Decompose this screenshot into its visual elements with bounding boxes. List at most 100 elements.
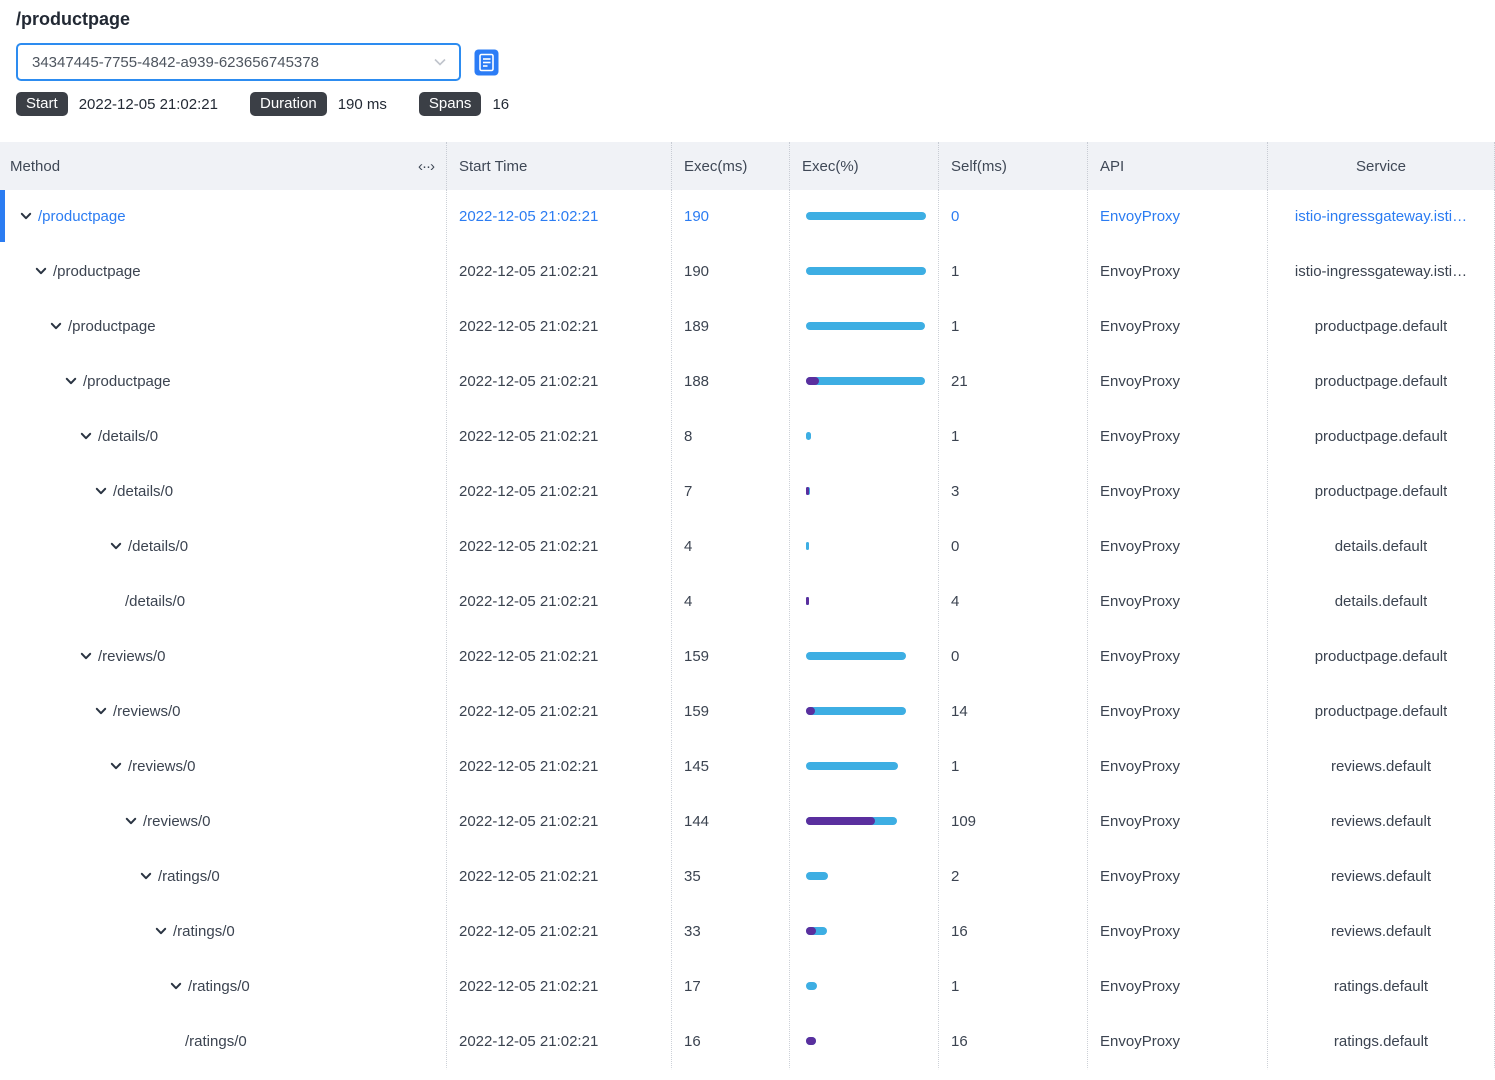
span-service-cell: productpage.default <box>1267 410 1495 465</box>
chevron-down-icon[interactable] <box>140 870 152 882</box>
table-body: /productpage 2022-12-05 21:02:21 190 0 E… <box>0 190 1495 1070</box>
span-exec-ms: 145 <box>671 740 789 795</box>
table-row[interactable]: /reviews/0 2022-12-05 21:02:21 144 109 E… <box>0 795 1495 850</box>
span-self-ms: 21 <box>938 355 1087 410</box>
table-row[interactable]: /details/0 2022-12-05 21:02:21 4 0 Envoy… <box>0 520 1495 575</box>
span-exec-pct-cell <box>789 355 938 410</box>
span-method: /ratings/0 <box>158 868 220 885</box>
table-row[interactable]: /ratings/0 2022-12-05 21:02:21 33 16 Env… <box>0 905 1495 960</box>
chevron-down-icon[interactable] <box>65 375 77 387</box>
span-service: productpage.default <box>1315 373 1448 390</box>
chevron-down-icon[interactable] <box>80 650 92 662</box>
table-row[interactable]: /details/0 2022-12-05 21:02:21 7 3 Envoy… <box>0 465 1495 520</box>
chevron-down-icon[interactable] <box>80 430 92 442</box>
span-self-ms: 14 <box>938 685 1087 740</box>
span-start-time: 2022-12-05 21:02:21 <box>446 850 671 905</box>
span-start-time: 2022-12-05 21:02:21 <box>446 245 671 300</box>
span-self-ms: 16 <box>938 905 1087 960</box>
span-service: productpage.default <box>1315 483 1448 500</box>
self-percent-bar <box>806 377 819 385</box>
table-row[interactable]: /reviews/0 2022-12-05 21:02:21 159 14 En… <box>0 685 1495 740</box>
span-exec-ms: 190 <box>671 245 789 300</box>
span-service: ratings.default <box>1334 1033 1428 1050</box>
spans-value: 16 <box>492 96 509 113</box>
span-method-cell: /details/0 <box>0 575 446 630</box>
span-start-time: 2022-12-05 21:02:21 <box>446 960 671 1015</box>
span-exec-ms: 16 <box>671 1015 789 1070</box>
span-api: EnvoyProxy <box>1087 465 1267 520</box>
span-exec-ms: 17 <box>671 960 789 1015</box>
table-row[interactable]: /productpage 2022-12-05 21:02:21 188 21 … <box>0 355 1495 410</box>
exec-percent-bar <box>806 322 925 330</box>
span-method-cell: /ratings/0 <box>0 905 446 960</box>
table-row[interactable]: /details/0 2022-12-05 21:02:21 8 1 Envoy… <box>0 410 1495 465</box>
span-exec-ms: 35 <box>671 850 789 905</box>
start-badge: Start <box>16 92 68 116</box>
span-method: /details/0 <box>113 483 173 500</box>
span-exec-ms: 33 <box>671 905 789 960</box>
chevron-down-icon[interactable] <box>155 925 167 937</box>
chevron-down-icon[interactable] <box>95 705 107 717</box>
table-row[interactable]: /reviews/0 2022-12-05 21:02:21 145 1 Env… <box>0 740 1495 795</box>
trace-id-select[interactable]: 34347445-7755-4842-a939-623656745378 <box>16 43 461 81</box>
span-exec-pct-cell <box>789 1015 938 1070</box>
table-row[interactable]: /reviews/0 2022-12-05 21:02:21 159 0 Env… <box>0 630 1495 685</box>
chevron-down-icon[interactable] <box>110 760 122 772</box>
chevron-down-icon[interactable] <box>50 320 62 332</box>
span-service: details.default <box>1335 593 1428 610</box>
table-row[interactable]: /details/0 2022-12-05 21:02:21 4 4 Envoy… <box>0 575 1495 630</box>
table-row[interactable]: /ratings/0 2022-12-05 21:02:21 35 2 Envo… <box>0 850 1495 905</box>
table-row[interactable]: /ratings/0 2022-12-05 21:02:21 17 1 Envo… <box>0 960 1495 1015</box>
table-row[interactable]: /productpage 2022-12-05 21:02:21 190 1 E… <box>0 245 1495 300</box>
chevron-down-icon[interactable] <box>95 485 107 497</box>
span-exec-pct-cell <box>789 630 938 685</box>
span-method-cell: /reviews/0 <box>0 630 446 685</box>
span-exec-ms: 189 <box>671 300 789 355</box>
table-row[interactable]: /productpage 2022-12-05 21:02:21 189 1 E… <box>0 300 1495 355</box>
span-start-time: 2022-12-05 21:02:21 <box>446 575 671 630</box>
span-method-cell: /productpage <box>0 300 446 355</box>
span-method: /details/0 <box>125 593 185 610</box>
span-exec-ms: 159 <box>671 685 789 740</box>
duration-value: 190 ms <box>338 96 387 113</box>
chevron-down-icon[interactable] <box>110 540 122 552</box>
span-method: /reviews/0 <box>143 813 211 830</box>
span-method-cell: /reviews/0 <box>0 740 446 795</box>
self-percent-bar <box>806 487 809 495</box>
start-value: 2022-12-05 21:02:21 <box>79 96 218 113</box>
span-exec-pct-cell <box>789 520 938 575</box>
span-start-time: 2022-12-05 21:02:21 <box>446 905 671 960</box>
table-row[interactable]: /productpage 2022-12-05 21:02:21 190 0 E… <box>0 190 1495 245</box>
span-service-cell: productpage.default <box>1267 465 1495 520</box>
span-service-cell: ratings.default <box>1267 1015 1495 1070</box>
span-api: EnvoyProxy <box>1087 300 1267 355</box>
copy-trace-button[interactable] <box>474 48 499 77</box>
column-resize-icon[interactable]: ‹··› <box>418 158 434 175</box>
exec-percent-bar <box>806 212 926 220</box>
table-row[interactable]: /ratings/0 2022-12-05 21:02:21 16 16 Env… <box>0 1015 1495 1070</box>
trace-id-value: 34347445-7755-4842-a939-623656745378 <box>32 54 319 71</box>
span-exec-pct-cell <box>789 190 938 245</box>
span-exec-pct-cell <box>789 300 938 355</box>
chevron-down-icon[interactable] <box>125 815 137 827</box>
span-method: /reviews/0 <box>128 758 196 775</box>
chevron-down-icon[interactable] <box>35 265 47 277</box>
span-exec-pct-cell <box>789 410 938 465</box>
chevron-down-icon[interactable] <box>170 980 182 992</box>
span-exec-ms: 8 <box>671 410 789 465</box>
chevron-down-icon[interactable] <box>20 210 32 222</box>
span-method-cell: /ratings/0 <box>0 960 446 1015</box>
span-api: EnvoyProxy <box>1087 685 1267 740</box>
table-header-row: Method ‹··› Start Time Exec(ms) Exec(%) … <box>0 142 1495 190</box>
span-method: /details/0 <box>128 538 188 555</box>
span-exec-ms: 144 <box>671 795 789 850</box>
span-exec-pct-cell <box>789 960 938 1015</box>
span-exec-ms: 190 <box>671 190 789 245</box>
span-start-time: 2022-12-05 21:02:21 <box>446 1015 671 1070</box>
span-exec-pct-cell <box>789 575 938 630</box>
span-start-time: 2022-12-05 21:02:21 <box>446 355 671 410</box>
span-self-ms: 1 <box>938 960 1087 1015</box>
span-exec-pct-cell <box>789 245 938 300</box>
span-self-ms: 2 <box>938 850 1087 905</box>
exec-percent-bar <box>806 1037 816 1045</box>
